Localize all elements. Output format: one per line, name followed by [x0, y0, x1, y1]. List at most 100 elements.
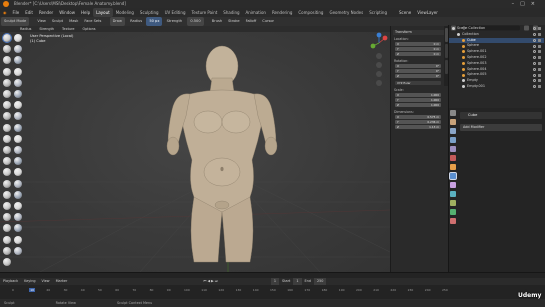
thumb-tool-icon[interactable] [3, 134, 11, 143]
visibility-eye-icon[interactable] [533, 50, 536, 54]
transform-panel-header[interactable]: Transform [393, 30, 445, 35]
box-trim-tool-icon[interactable] [3, 213, 11, 222]
rotate-tool-icon[interactable] [14, 146, 22, 154]
cloth-tool-icon[interactable] [3, 168, 11, 177]
properties-tab-physics-icon[interactable] [450, 191, 456, 197]
viewport-menu-sculpt[interactable]: Sculpt [49, 17, 66, 26]
pose-tool-icon[interactable] [14, 134, 22, 143]
mask-tool-icon[interactable] [3, 179, 11, 188]
workspace-tab-compositing[interactable]: Compositing [295, 8, 326, 17]
simplify-tool-icon[interactable] [14, 168, 22, 177]
render-camera-icon[interactable] [538, 67, 541, 71]
workspace-tab-scripting[interactable]: Scripting [366, 8, 390, 17]
start-frame-field[interactable]: 1 [293, 278, 302, 285]
rotation-y-field[interactable]: Y 0° [395, 69, 441, 73]
crease-tool-icon[interactable] [3, 78, 11, 87]
timeline-menu-marker[interactable]: Marker [53, 278, 71, 285]
add-modifier-button[interactable]: Add Modifier [460, 124, 542, 131]
properties-tab-material-icon[interactable] [450, 218, 456, 224]
visibility-eye-icon[interactable] [533, 27, 536, 31]
timeline-ruler[interactable]: 0 10 20 30 40 50 60 70 80 90 100 110 120 130 140 150 160… [0, 288, 455, 293]
box-hide-tool-icon[interactable] [3, 202, 11, 210]
workspace-tab-shading[interactable]: Shading [220, 8, 242, 17]
location-y-field[interactable]: Y 0 m [395, 47, 441, 51]
properties-object-field[interactable]: Cube [460, 112, 542, 119]
window-controls[interactable]: –□× [512, 0, 541, 8]
slide-relax-tool-icon[interactable] [3, 157, 11, 166]
layer-tool-icon[interactable] [14, 56, 22, 65]
draw-sharp-tool-icon[interactable] [14, 34, 22, 42]
viewport-menu-mask[interactable]: Mask [66, 17, 81, 26]
current-frame-field[interactable]: 1 [270, 278, 280, 285]
pinch-tool-icon[interactable] [3, 112, 11, 121]
timeline-menu-view[interactable]: View [39, 278, 53, 285]
blender-menu-icon[interactable]: ◉ [0, 8, 10, 17]
nudge-tool-icon[interactable] [3, 146, 11, 154]
dimensions-x-field[interactable]: X 0.575 m [395, 115, 441, 119]
outliner-row[interactable]: Sphere [449, 43, 544, 49]
menu-window[interactable]: Window [56, 8, 78, 17]
dimensions-y-field[interactable]: Y 0.236 m [395, 120, 441, 124]
strength-field[interactable]: 0.500 [187, 17, 204, 26]
boundary-tool-icon[interactable] [14, 157, 22, 166]
properties-tab-constraints-icon[interactable] [450, 200, 456, 206]
workspace-tab-rendering[interactable]: Rendering [269, 8, 295, 17]
outliner-row[interactable]: Sphere.004 [449, 67, 544, 73]
render-camera-icon[interactable] [538, 61, 541, 65]
draw-face-sets-tool-icon[interactable] [14, 179, 22, 188]
cloth-filter-tool-icon[interactable] [14, 224, 22, 233]
outliner-row[interactable]: Scene Collection [449, 26, 544, 32]
render-camera-icon[interactable] [538, 56, 541, 60]
navigation-gizmo[interactable] [368, 32, 390, 92]
visibility-eye-icon[interactable] [533, 38, 536, 42]
outliner-row[interactable]: Empty [449, 78, 544, 84]
line-project-tool-icon[interactable] [14, 213, 22, 222]
multiplane-scrape-tool-icon[interactable] [14, 101, 22, 110]
properties-tab-data-icon[interactable] [450, 209, 456, 215]
outliner-row[interactable]: Empty.001 [449, 84, 544, 90]
render-camera-icon[interactable] [538, 85, 541, 89]
visibility-eye-icon[interactable] [533, 67, 536, 71]
timeline-menu-keying[interactable]: Keying [21, 278, 38, 285]
timeline-menu-playback[interactable]: Playback [0, 278, 21, 285]
menu-help[interactable]: Help [78, 8, 93, 17]
elastic-deform-tool-icon[interactable] [3, 123, 11, 132]
properties-tab-particles-icon[interactable] [450, 182, 456, 188]
grab-tool-icon[interactable] [14, 112, 22, 121]
scene-selector[interactable]: Scene [396, 8, 414, 17]
flatten-tool-icon[interactable] [3, 90, 11, 98]
workspace-tab-modeling[interactable]: Modeling [113, 8, 137, 17]
rotation-mode-dropdown[interactable]: XYZ Euler [395, 81, 441, 85]
properties-tab-world-icon[interactable] [450, 155, 456, 161]
outliner-row[interactable]: Collection [449, 32, 544, 38]
fill-tool-icon[interactable] [14, 90, 22, 98]
3d-viewport[interactable] [0, 32, 390, 272]
properties-tab-modifier-icon[interactable] [449, 172, 457, 180]
outliner-row[interactable]: Sphere.002 [449, 55, 544, 61]
viewport-menu-face-sets[interactable]: Face Sets [81, 17, 104, 26]
lasso-mask-tool-icon[interactable] [14, 190, 22, 199]
box-face-set-tool-icon[interactable] [14, 202, 22, 210]
tool-setting-stroke[interactable]: Stroke [225, 17, 242, 26]
clay-strips-tool-icon[interactable] [14, 45, 22, 54]
transform-tool-icon[interactable] [14, 246, 22, 255]
rotation-x-field[interactable]: X 0° [395, 64, 441, 68]
box-mask-tool-icon[interactable] [3, 190, 11, 199]
workspace-tab-texture-paint[interactable]: Texture Paint [188, 8, 220, 17]
outliner-row[interactable]: Sphere.005 [449, 72, 544, 78]
end-frame-field[interactable]: 250 [313, 278, 327, 285]
blob-tool-icon[interactable] [14, 67, 22, 76]
outliner-row[interactable]: Cube [449, 37, 544, 44]
visibility-eye-icon[interactable] [533, 44, 536, 48]
dimensions-z-field[interactable]: Z 1.13 m [395, 125, 441, 129]
properties-tab-object-icon[interactable] [450, 164, 456, 170]
rotation-z-field[interactable]: Z 0° [395, 74, 441, 78]
visibility-eye-icon[interactable] [533, 61, 536, 65]
menu-render[interactable]: Render [36, 8, 56, 17]
scale-z-field[interactable]: Z 1.000 [395, 103, 441, 107]
properties-tab-output-icon[interactable] [450, 128, 456, 134]
clay-tool-icon[interactable] [3, 45, 11, 54]
viewport-menu-view[interactable]: View [34, 17, 49, 26]
render-camera-icon[interactable] [538, 73, 541, 77]
outliner-row[interactable]: Sphere.003 [449, 61, 544, 67]
